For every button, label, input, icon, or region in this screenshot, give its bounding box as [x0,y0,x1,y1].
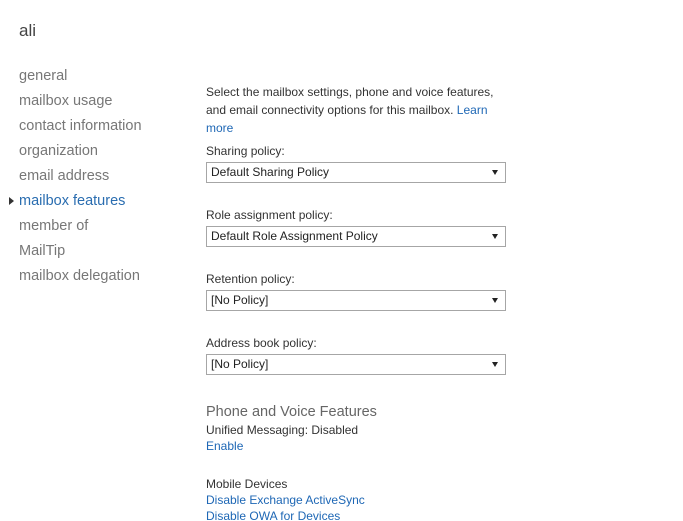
intro-description: Select the mailbox settings, phone and v… [206,85,494,117]
sidebar-item-label: email address [19,168,110,184]
sidebar-item-mailbox-usage[interactable]: mailbox usage [0,91,180,116]
sidebar-item-email-address[interactable]: email address [0,166,180,191]
disable-owa-devices-link[interactable]: Disable OWA for Devices [206,509,340,521]
sidebar-item-member-of[interactable]: member of [0,216,180,241]
address-book-policy-dropdown[interactable]: [No Policy] [206,354,506,375]
sidebar-item-label: mailbox delegation [19,268,140,284]
retention-policy-dropdown[interactable]: [No Policy] [206,290,506,311]
sidebar-item-organization[interactable]: organization [0,141,180,166]
chevron-down-icon [492,362,498,367]
sidebar-item-label: organization [19,143,98,159]
role-assignment-policy-dropdown[interactable]: Default Role Assignment Policy [206,226,506,247]
sidebar-item-label: mailbox usage [19,93,113,109]
retention-policy-value: [No Policy] [211,293,269,307]
sidebar-item-mailbox-delegation[interactable]: mailbox delegation [0,266,180,291]
disable-activesync-link[interactable]: Disable Exchange ActiveSync [206,493,365,507]
sidebar-item-label: MailTip [19,243,66,259]
address-book-policy-value: [No Policy] [211,357,269,371]
phone-voice-heading: Phone and Voice Features [206,404,377,420]
selected-arrow-icon [9,197,14,205]
sharing-policy-value: Default Sharing Policy [211,165,330,179]
unified-messaging-status: Unified Messaging: Disabled [206,423,359,437]
sidebar-item-contact-information[interactable]: contact information [0,116,180,141]
enable-unified-messaging-link[interactable]: Enable [206,439,243,453]
sharing-policy-label: Sharing policy: [206,144,285,158]
address-book-policy-label: Address book policy: [206,336,317,350]
intro-text: Select the mailbox settings, phone and v… [206,83,506,137]
sidebar-item-label: contact information [19,118,142,134]
sidebar-item-general[interactable]: general [0,66,180,91]
mobile-devices-heading: Mobile Devices [206,477,288,491]
sharing-policy-dropdown[interactable]: Default Sharing Policy [206,162,506,183]
sidebar-nav: general mailbox usage contact informatio… [0,66,180,291]
role-assignment-policy-value: Default Role Assignment Policy [211,229,378,243]
sidebar-item-label: general [19,68,68,84]
sidebar-item-label: mailbox features [19,193,126,209]
mailbox-features-panel: Select the mailbox settings, phone and v… [206,83,506,521]
chevron-down-icon [492,234,498,239]
sidebar-item-label: member of [19,218,89,234]
chevron-down-icon [492,170,498,175]
retention-policy-label: Retention policy: [206,272,295,286]
sidebar-item-mailbox-features[interactable]: mailbox features [0,191,180,216]
role-assignment-policy-label: Role assignment policy: [206,208,333,222]
mailbox-properties-page: ali general mailbox usage contact inform… [0,0,683,521]
chevron-down-icon [492,298,498,303]
sidebar-item-mailtip[interactable]: MailTip [0,241,180,266]
page-title: ali [19,21,37,40]
